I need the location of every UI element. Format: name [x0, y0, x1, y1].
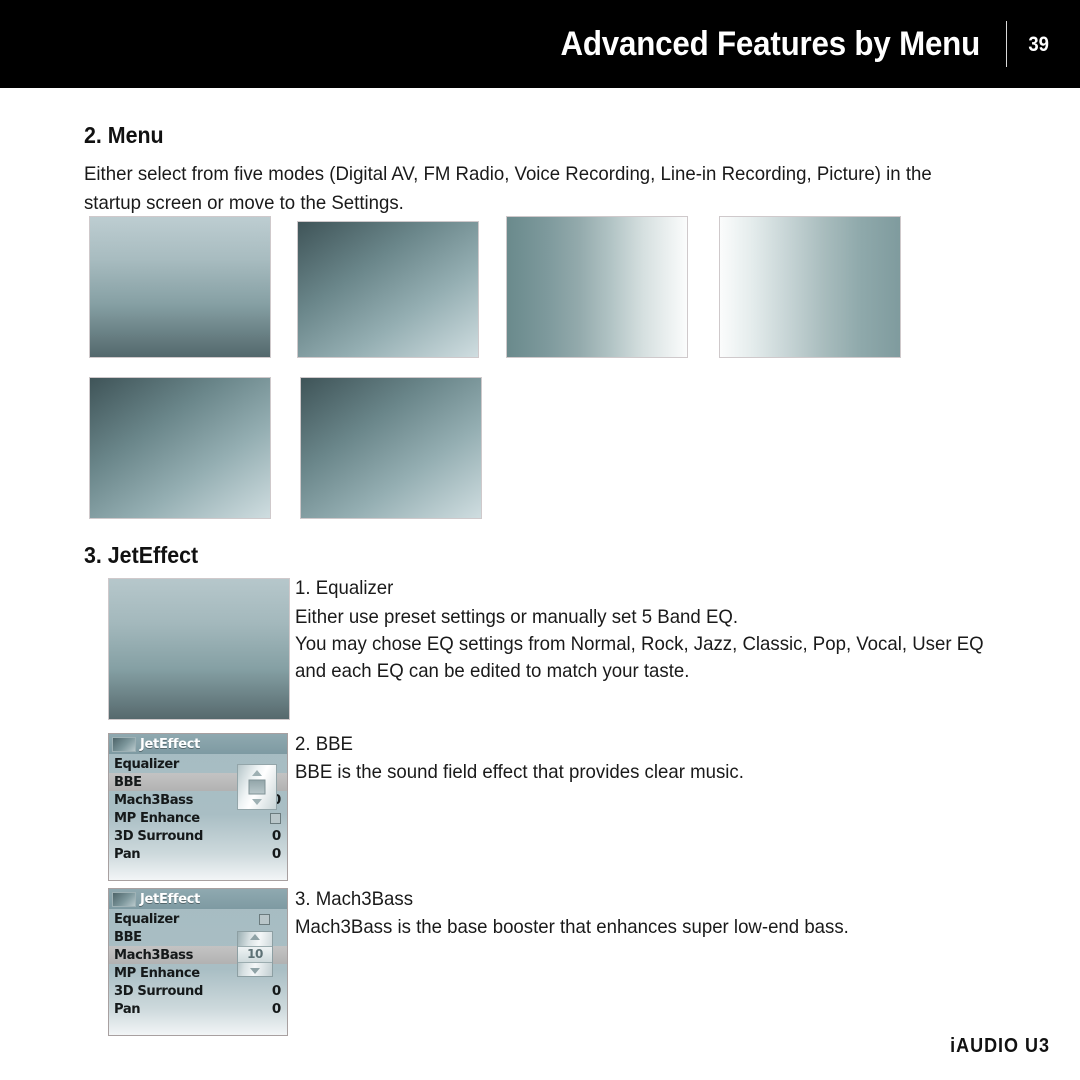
lcd-value-3d-surround-1: 0: [271, 828, 281, 844]
equalizer-line-1: Either use preset settings or manually s…: [295, 606, 739, 628]
jeteffect-equalizer-screenshot: [108, 578, 290, 720]
mp-enhance-checkbox-2[interactable]: [259, 914, 270, 925]
spinner-up-arrow-icon[interactable]: [250, 934, 260, 940]
equalizer-title: 1. Equalizer: [295, 577, 394, 599]
lcd-title-bar-1: JetEffect: [109, 734, 287, 754]
section-heading-menu: 2. Menu: [84, 122, 164, 148]
menu-screenshot-3: [506, 216, 688, 358]
lcd-row-mp-enhance-1[interactable]: MP Enhance: [109, 809, 287, 827]
page-header: Advanced Features by Menu 39: [0, 0, 1080, 88]
lcd-row-3d-surround-1[interactable]: 3D Surround 0: [109, 827, 287, 845]
mach3bass-title: 3. Mach3Bass: [295, 888, 414, 910]
lcd-label-pan-1: Pan: [114, 846, 141, 862]
joystick-up-arrow-icon: [252, 770, 262, 776]
lcd-label-mach3bass-1: Mach3Bass: [114, 792, 193, 808]
lcd-label-3d-surround-2: 3D Surround: [114, 983, 203, 999]
manual-page: Advanced Features by Menu 39 2. Menu Eit…: [0, 0, 1080, 1080]
page-title: Advanced Features by Menu: [560, 25, 980, 63]
equalizer-line-3: and each EQ can be edited to match your …: [295, 660, 690, 682]
joystick-center-icon: [248, 779, 266, 795]
bbe-line-1: BBE is the sound field effect that provi…: [295, 761, 744, 783]
lcd-value-3d-surround-2: 0: [271, 983, 281, 999]
mp-enhance-checkbox-1[interactable]: [270, 812, 281, 824]
lcd-label-equalizer-2: Equalizer: [114, 911, 179, 927]
lcd-value-pan-1: 0: [271, 846, 281, 862]
spinner-down-arrow-icon[interactable]: [250, 968, 260, 974]
lcd-title-2: JetEffect: [140, 891, 201, 907]
lcd-row-pan-2[interactable]: Pan 0: [109, 1000, 287, 1018]
device-screen-bbe[interactable]: JetEffect Equalizer BBE Mach3Bass 10 MP …: [108, 733, 288, 881]
lcd-value-pan-2: 0: [271, 1001, 281, 1017]
lcd-label-bbe-1: BBE: [114, 774, 142, 790]
lcd-label-equalizer-1: Equalizer: [114, 756, 179, 772]
value-spinner-overlay[interactable]: 10: [237, 931, 273, 977]
lcd-label-mp-enhance-2: MP Enhance: [114, 965, 200, 981]
jeteffect-app-icon: [112, 736, 136, 752]
lcd-label-mach3bass-2: Mach3Bass: [114, 947, 193, 963]
section-heading-jeteffect: 3. JetEffect: [84, 542, 199, 568]
lcd-title-1: JetEffect: [140, 736, 201, 752]
lcd-label-3d-surround-1: 3D Surround: [114, 828, 203, 844]
lcd-row-pan-1[interactable]: Pan 0: [109, 845, 287, 863]
lcd-label-bbe-2: BBE: [114, 929, 142, 945]
joystick-down-arrow-icon: [252, 799, 262, 805]
product-logo: iAUDIO U3: [950, 1035, 1050, 1057]
lcd-title-bar-2: JetEffect: [109, 889, 287, 909]
joystick-overlay-icon[interactable]: [237, 764, 277, 810]
menu-screenshot-2: [297, 221, 479, 358]
lcd-label-mp-enhance-1: MP Enhance: [114, 810, 200, 826]
equalizer-line-2: You may chose EQ settings from Normal, R…: [295, 633, 984, 655]
mach3bass-line-1: Mach3Bass is the base booster that enhan…: [295, 916, 849, 938]
menu-screenshot-1: [89, 216, 271, 358]
lcd-row-3d-surround-2[interactable]: 3D Surround 0: [109, 982, 287, 1000]
menu-screenshot-4: [719, 216, 901, 358]
lcd-label-pan-2: Pan: [114, 1001, 141, 1017]
menu-screenshot-5: [89, 377, 271, 519]
menu-paragraph-line-2: startup screen or move to the Settings.: [84, 192, 404, 214]
header-divider: [1005, 21, 1007, 67]
menu-screenshot-6: [300, 377, 482, 519]
bbe-title: 2. BBE: [295, 733, 353, 755]
spinner-value: 10: [238, 945, 272, 963]
page-number: 39: [1028, 32, 1049, 56]
menu-paragraph-line-1: Either select from five modes (Digital A…: [84, 163, 932, 185]
jeteffect-app-icon-2: [112, 891, 136, 907]
device-screen-mach3bass[interactable]: JetEffect Equalizer BBE Mach3Bass MP Enh…: [108, 888, 288, 1036]
